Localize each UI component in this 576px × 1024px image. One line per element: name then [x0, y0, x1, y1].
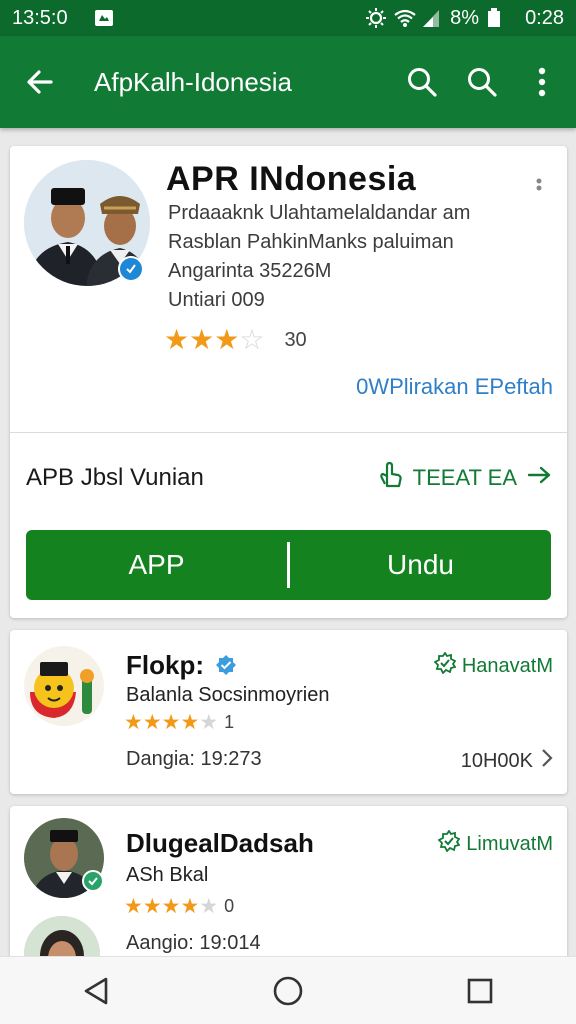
item-action-label: HanavatM	[461, 654, 553, 677]
item-action-label: LimuvatM	[466, 832, 553, 855]
item-rating: ★ ★ ★ ★ ★ 1	[124, 712, 234, 733]
list-item[interactable]: DlugealDadsah ASh Bkal ★ ★ ★ ★ ★ 0 Aangi…	[10, 806, 567, 992]
star-full-icon: ★	[161, 711, 181, 734]
item-subtitle: Balanla Socsinmoyrien	[126, 684, 330, 706]
nav-recents-icon[interactable]	[440, 961, 520, 1021]
wifi-icon	[394, 8, 416, 28]
info-line-3: Angarinta 35226M	[168, 260, 332, 282]
star-empty-icon: ★	[199, 895, 219, 918]
star-full-icon: ★	[189, 324, 215, 355]
info-line-1: Prdaaaknk Ulahtamelaldandar am	[168, 202, 471, 224]
battery-icon	[487, 8, 507, 28]
nav-back-icon[interactable]	[56, 961, 136, 1021]
item-action-link[interactable]: HanavatM	[433, 651, 553, 680]
system-nav-bar	[0, 956, 576, 1024]
item-action-link[interactable]: LimuvatM	[437, 829, 553, 858]
download-button[interactable]: Undu	[290, 549, 551, 581]
star-empty-icon: ★	[199, 711, 219, 734]
notification-icon	[94, 8, 114, 28]
star-full-icon: ★	[164, 324, 190, 355]
app-button[interactable]: APP	[26, 549, 287, 581]
star-full-icon: ★	[142, 895, 162, 918]
nav-home-icon[interactable]	[248, 961, 328, 1021]
rating-count: 1	[224, 712, 235, 732]
verified-badge-icon	[82, 870, 104, 892]
verified-badge-icon	[118, 256, 144, 282]
back-arrow-icon[interactable]	[8, 50, 72, 114]
brightness-icon	[366, 8, 387, 28]
section-action-label: TEEAT EA	[412, 465, 517, 490]
search-icon[interactable]	[392, 50, 452, 114]
item-title: DlugealDadsah	[126, 828, 314, 858]
gear-check-icon	[433, 651, 457, 680]
star-full-icon: ★	[124, 895, 143, 918]
more-vert-icon[interactable]	[527, 176, 551, 200]
hand-pointer-icon	[379, 461, 403, 494]
app-detail-card: APR INdonesia Prdaaaknk Ulahtamelaldanda…	[10, 146, 567, 618]
item-subtitle: ASh Bkal	[126, 864, 209, 886]
star-full-icon: ★	[180, 711, 200, 734]
details-link[interactable]: 0WPlirakan EPeftah	[356, 374, 553, 400]
star-full-icon: ★	[180, 895, 200, 918]
more-vert-icon[interactable]	[512, 50, 572, 114]
rating: ★ ★ ★ ☆ 30	[164, 326, 307, 354]
list-item[interactable]: Flokp: Balanla Socsinmoyrien ★ ★ ★ ★ ★ 1…	[10, 630, 567, 794]
item-download-count: 10H00K	[460, 749, 533, 772]
section-label: APB Jbsl Vunian	[26, 464, 204, 491]
search-icon[interactable]	[452, 50, 512, 114]
star-full-icon: ★	[124, 711, 143, 734]
star-empty-icon: ☆	[239, 324, 265, 355]
verified-icon	[215, 652, 237, 683]
rating-count: 0	[224, 896, 235, 916]
item-title: Flokp:	[126, 650, 237, 683]
divider	[10, 432, 567, 433]
info-line-2: Rasblan PahkinManks paluiman	[168, 231, 454, 253]
gear-check-icon	[437, 829, 461, 858]
item-avatar	[24, 646, 104, 726]
star-full-icon: ★	[161, 895, 181, 918]
signal-icon	[422, 8, 442, 28]
page-title: AfpKalh-Idonesia	[94, 66, 293, 97]
chevron-right-icon	[541, 748, 553, 774]
status-time-right: 0:28	[525, 6, 564, 29]
rating-count: 30	[284, 328, 307, 351]
item-meta: Aangio: 19:014	[126, 932, 261, 954]
star-full-icon: ★	[214, 324, 240, 355]
primary-split-button: APP Undu	[26, 530, 551, 600]
item-right-meta[interactable]: 10H00K	[461, 748, 553, 774]
battery-percent: 8%	[450, 6, 480, 29]
app-title: APR INdonesia	[166, 160, 417, 198]
status-time-left: 13:5:0	[12, 6, 68, 29]
item-rating: ★ ★ ★ ★ ★ 0	[124, 896, 234, 917]
status-bar: 13:5:0 8% 0:28	[0, 0, 576, 36]
item-meta: Dangia: 19:273	[126, 748, 262, 770]
arrow-right-icon	[527, 465, 553, 491]
section-action-link[interactable]: TEEAT EA	[379, 461, 553, 494]
info-line-4: Untiari 009	[168, 289, 265, 311]
star-full-icon: ★	[142, 711, 162, 734]
app-bar: AfpKalh-Idonesia	[0, 36, 576, 128]
